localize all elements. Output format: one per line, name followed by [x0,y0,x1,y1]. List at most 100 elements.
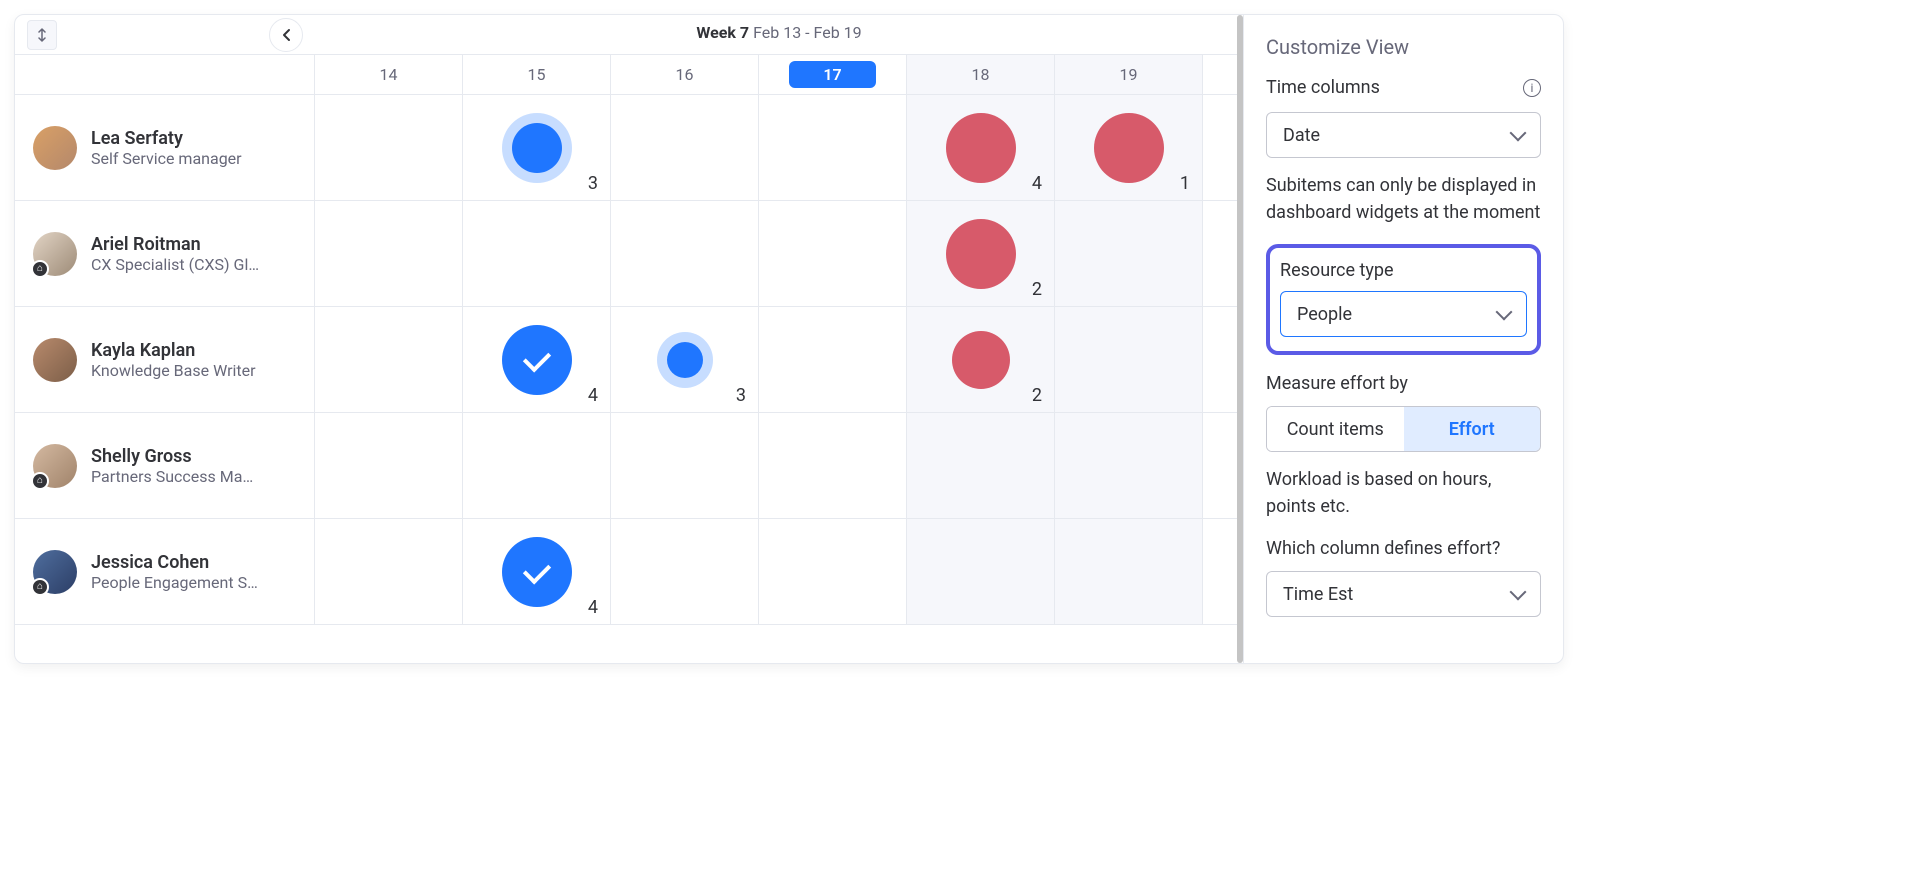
chevron-down-icon [1510,584,1527,601]
person-info[interactable]: Lea SerfatySelf Service manager [15,95,315,200]
workload-cell[interactable] [759,201,907,306]
chevron-down-icon [1496,304,1513,321]
effort-column-label: Which column defines effort? [1266,538,1541,559]
expand-vertical-icon [35,28,49,42]
workload-cell[interactable] [759,413,907,518]
workload-cell[interactable] [463,201,611,306]
person-info[interactable]: Jessica CohenPeople Engagement S… [15,519,315,624]
person-role: Knowledge Base Writer [91,361,256,380]
avatar [33,550,77,594]
subitems-note: Subitems can only be displayed in dashbo… [1266,172,1541,226]
person-row: Ariel RoitmanCX Specialist (CXS) Gl… 2 [15,201,1243,307]
workload-dot-icon [1094,113,1164,183]
measure-effort-label: Measure effort by [1266,373,1541,394]
time-columns-label: Time columns [1266,77,1380,98]
workload-cell[interactable] [315,413,463,518]
cell-count: 3 [736,385,746,406]
workload-cell[interactable] [1055,413,1203,518]
week-label: Week 7 Feb 13 - Feb 19 [315,15,1243,54]
workload-cell[interactable] [611,519,759,624]
workload-cell[interactable]: 1 [1055,95,1203,200]
day-header: 18 [907,55,1055,94]
home-badge-icon [31,472,49,490]
person-info[interactable]: Ariel RoitmanCX Specialist (CXS) Gl… [15,201,315,306]
day-header: 17 [759,55,907,94]
home-badge-icon [31,260,49,278]
workload-cell[interactable] [315,201,463,306]
workload-cell[interactable] [759,307,907,412]
customize-view-panel: Customize View Time columns i Date Subit… [1243,15,1563,663]
person-role: CX Specialist (CXS) Gl… [91,255,259,274]
avatar [33,126,77,170]
toggle-effort[interactable]: Effort [1404,407,1541,451]
workload-dot-icon [667,342,703,378]
workload-cell[interactable]: 3 [611,307,759,412]
workload-cell[interactable] [611,201,759,306]
resource-type-highlight: Resource type People [1266,244,1541,355]
today-pill: 17 [789,61,875,88]
person-role: Partners Success Ma… [91,467,253,486]
person-name: Shelly Gross [91,446,253,467]
cell-count: 1 [1180,173,1190,194]
workload-cell[interactable] [315,307,463,412]
person-info[interactable]: Shelly GrossPartners Success Ma… [15,413,315,518]
resource-type-label: Resource type [1280,260,1527,281]
person-role: People Engagement S… [91,573,258,592]
cell-count: 2 [1032,279,1042,300]
person-name: Lea Serfaty [91,128,242,149]
check-dot-icon [502,537,572,607]
workload-cell[interactable]: 2 [907,307,1055,412]
person-row: Lea SerfatySelf Service manager 3 4 1 [15,95,1243,201]
person-name: Ariel Roitman [91,234,259,255]
workload-cell[interactable] [1055,201,1203,306]
workload-cell[interactable]: 4 [907,95,1055,200]
day-header: 19 [1055,55,1203,94]
day-header: 16 [611,55,759,94]
workload-dot-icon [946,113,1016,183]
person-row: Kayla KaplanKnowledge Base Writer 4 3 2 [15,307,1243,413]
effort-column-select[interactable]: Time Est [1266,571,1541,617]
check-dot-icon [502,325,572,395]
measure-note: Workload is based on hours, points etc. [1266,466,1541,520]
workload-cell[interactable] [611,413,759,518]
person-name: Kayla Kaplan [91,340,256,361]
workload-cell[interactable] [759,95,907,200]
resource-type-select[interactable]: People [1280,291,1527,337]
time-columns-select[interactable]: Date [1266,112,1541,158]
workload-cell[interactable] [611,95,759,200]
person-role: Self Service manager [91,149,242,168]
info-icon[interactable]: i [1523,79,1541,97]
person-name: Jessica Cohen [91,552,258,573]
previous-button[interactable] [269,18,303,52]
workload-cell[interactable]: 2 [907,201,1055,306]
cell-count: 3 [588,173,598,194]
workload-cell[interactable] [907,413,1055,518]
expand-collapse-button[interactable] [27,20,57,50]
avatar [33,232,77,276]
cell-count: 2 [1032,385,1042,406]
cell-count: 4 [588,597,598,618]
workload-dot-icon [512,123,562,173]
workload-cell[interactable] [1055,519,1203,624]
chevron-left-icon [281,28,291,42]
workload-cell[interactable]: 4 [463,307,611,412]
measure-effort-toggle: Count items Effort [1266,406,1541,452]
scrollbar[interactable] [1237,15,1243,663]
person-info[interactable]: Kayla KaplanKnowledge Base Writer [15,307,315,412]
workload-cell[interactable] [315,95,463,200]
workload-cell[interactable] [463,413,611,518]
workload-cell[interactable] [315,519,463,624]
toggle-count-items[interactable]: Count items [1267,407,1404,451]
panel-title: Customize View [1266,35,1541,59]
chevron-down-icon [1510,125,1527,142]
cell-count: 4 [588,385,598,406]
workload-cell[interactable]: 3 [463,95,611,200]
person-row: Shelly GrossPartners Success Ma… [15,413,1243,519]
workload-cell[interactable] [1055,307,1203,412]
day-header: 15 [463,55,611,94]
workload-cell[interactable] [759,519,907,624]
home-badge-icon [31,578,49,596]
avatar [33,444,77,488]
workload-cell[interactable]: 4 [463,519,611,624]
workload-cell[interactable] [907,519,1055,624]
